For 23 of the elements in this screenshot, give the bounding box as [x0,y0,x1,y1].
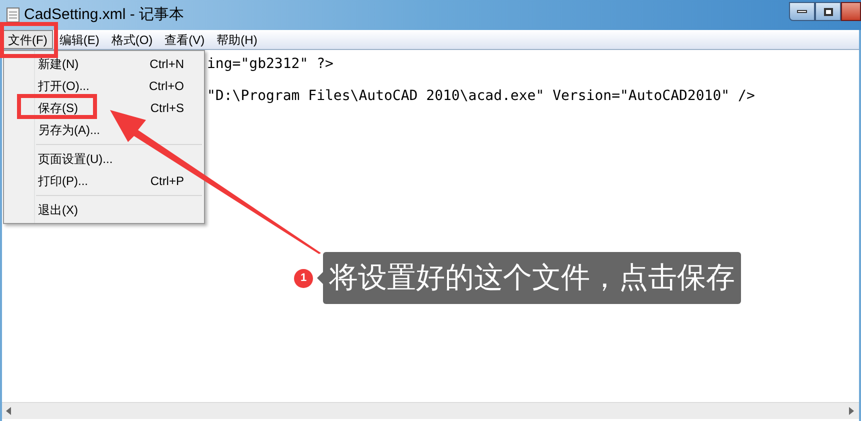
window-title: CadSetting.xml - 记事本 [24,4,184,25]
menu-item[interactable]: 编辑(E) [53,30,106,49]
close-button[interactable] [841,2,861,21]
menu-item[interactable]: 帮助(H) [210,30,264,49]
menu-option[interactable]: 打印(P)... Ctrl+P [4,170,204,192]
scroll-right-icon[interactable] [849,407,855,415]
menu-item[interactable]: 查看(V) [158,30,211,49]
callout-text: 将设置好的这个文件，点击保存 [323,252,741,304]
menu-option[interactable]: 新建(N) Ctrl+N [4,53,204,75]
maximize-button[interactable] [815,2,841,21]
text-line: "D:\Program Files\AutoCAD 2010\acad.exe" Version="AutoCAD2010" /> [207,88,756,104]
notepad-icon [6,7,20,23]
menu-item[interactable]: 文件(F) [2,30,54,49]
horizontal-scrollbar[interactable] [2,402,859,419]
menu-option[interactable]: 退出(X) [4,199,204,221]
text-line: ing="gb2312" ?> [207,56,334,72]
minimize-button[interactable] [789,2,815,21]
menu-option[interactable]: 另存为(A)... [4,119,204,141]
menu-item[interactable]: 格式(O) [105,30,159,49]
menu-option[interactable]: 打开(O)... Ctrl+O [4,75,204,97]
scroll-left-icon[interactable] [6,407,12,415]
menu-option[interactable]: 页面设置(U)... [4,148,204,170]
highlight-frame [0,22,58,58]
